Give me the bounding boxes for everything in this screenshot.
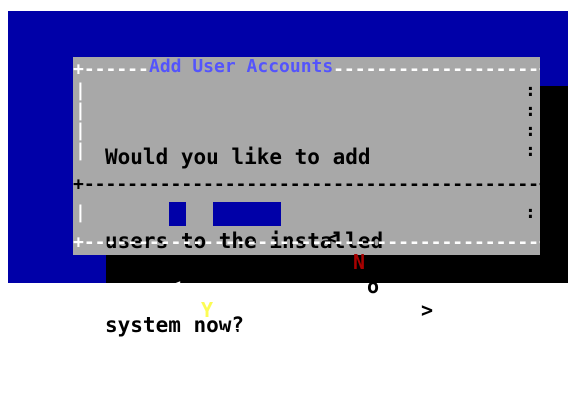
dialog-separator: +---------------------------------------… xyxy=(73,175,540,195)
dialog-right-border: : : : : xyxy=(525,81,536,161)
no-button-label: o xyxy=(367,274,380,298)
dialog-left-border-lower: | xyxy=(75,203,86,223)
dialog-left-border: | | | | xyxy=(75,81,86,161)
message-line: Would you like to add xyxy=(105,145,371,169)
yes-button-highlight xyxy=(213,202,281,226)
yes-button[interactable]: < Y es > xyxy=(169,202,281,370)
yes-button-hotkey: Y xyxy=(201,298,214,322)
dialog-bottom-border: +---------------------------------------… xyxy=(73,233,540,253)
add-user-accounts-dialog: +---------------------------------------… xyxy=(73,56,540,370)
yes-button-left-bracket: < xyxy=(169,274,182,298)
no-button-right-bracket: > xyxy=(421,298,434,322)
message-line: system now? xyxy=(105,313,245,337)
yes-button-left-highlight xyxy=(169,202,186,226)
dialog-right-border-lower: : xyxy=(525,203,536,223)
yes-button-label: es xyxy=(215,322,240,346)
yes-button-right-bracket: > xyxy=(261,346,274,370)
no-button-hotkey: N xyxy=(353,250,366,274)
no-button[interactable]: < N o > xyxy=(327,202,437,322)
dialog-title: Add User Accounts xyxy=(149,56,334,77)
